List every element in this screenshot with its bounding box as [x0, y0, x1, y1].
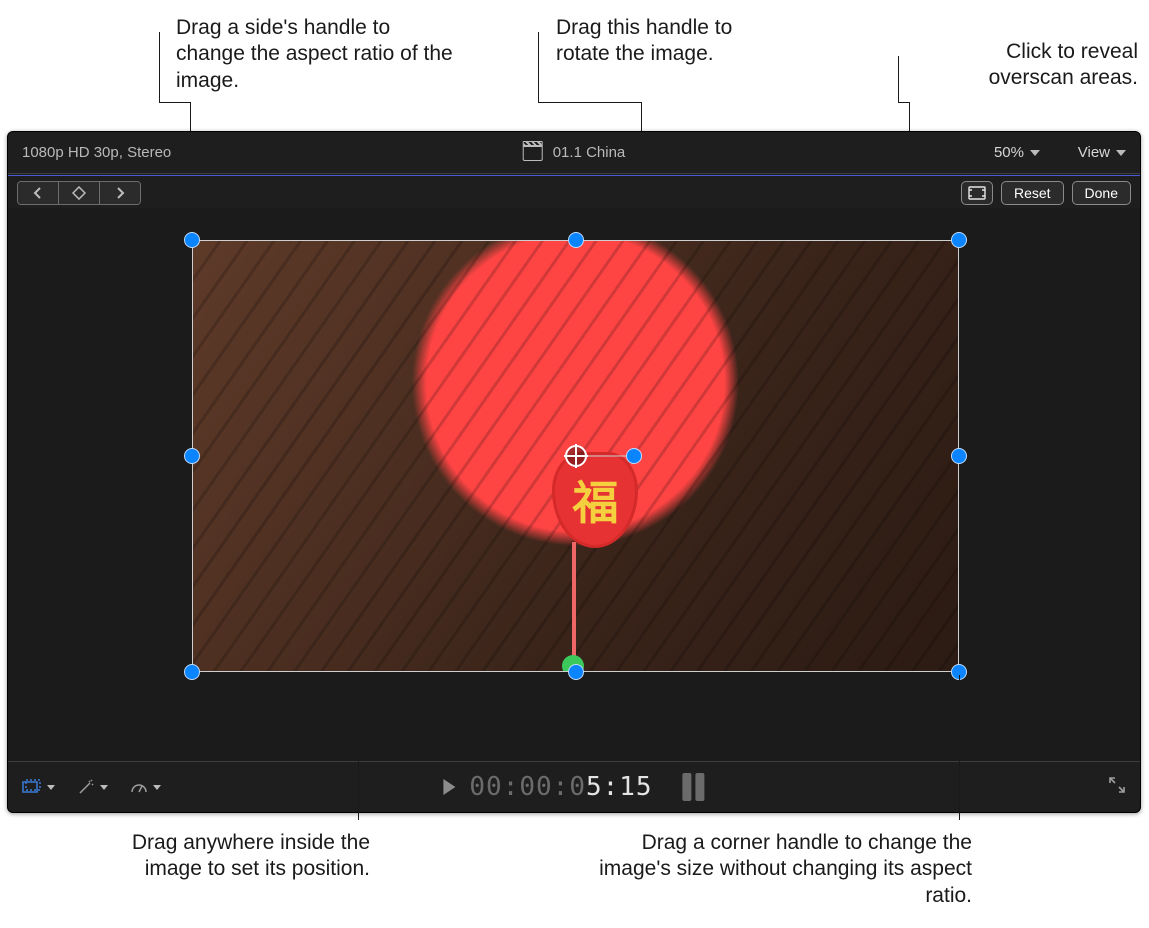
clapboard-icon — [523, 145, 543, 161]
onscreen-toolbar: Reset Done — [8, 176, 1140, 209]
retime-menu[interactable] — [130, 779, 161, 795]
callout-rotate-handle: Drag this handle to rotate the image. — [556, 15, 756, 68]
fullscreen-button[interactable] — [1108, 776, 1126, 799]
transform-icon — [22, 779, 42, 795]
overscan-icon — [968, 186, 986, 200]
diamond-icon — [72, 186, 86, 200]
view-label: View — [1078, 144, 1110, 161]
chevron-left-icon — [32, 187, 44, 199]
nav-segment — [17, 181, 141, 205]
handle-mid-left[interactable] — [184, 448, 200, 464]
enhance-menu[interactable] — [77, 779, 108, 795]
wand-icon — [77, 779, 95, 795]
clip-title: 01.1 China — [523, 144, 626, 161]
callout-corner: Drag a corner handle to change the image… — [582, 830, 972, 909]
leader-line — [358, 740, 359, 820]
handle-mid-right[interactable] — [951, 448, 967, 464]
viewer-topbar: 1080p HD 30p, Stereo 01.1 China 50% View — [8, 132, 1140, 174]
tag-glyph: 福 — [555, 455, 635, 545]
handle-bot-left[interactable] — [184, 664, 200, 680]
viewer-bottombar: 00:00:05:15 — [8, 761, 1140, 812]
handle-bot-mid[interactable] — [568, 664, 584, 680]
leader-line — [538, 32, 539, 102]
leader-line — [538, 102, 641, 103]
lantern-tag: 福 — [552, 452, 638, 548]
format-label: 1080p HD 30p, Stereo — [22, 144, 171, 161]
chevron-down-icon — [1030, 150, 1040, 156]
handle-top-right[interactable] — [951, 232, 967, 248]
handle-top-mid[interactable] — [568, 232, 584, 248]
timecode-lit: 5:15 — [586, 772, 653, 802]
chevron-down-icon — [153, 785, 161, 790]
play-button[interactable] — [443, 779, 455, 795]
zoom-value: 50% — [994, 144, 1024, 161]
chevron-right-icon — [114, 187, 126, 199]
speedometer-icon — [130, 779, 148, 795]
leader-line — [159, 102, 190, 103]
callout-overscan: Click to reveal overscan areas. — [918, 39, 1138, 92]
leader-line — [898, 102, 909, 103]
center-marker-button[interactable] — [59, 182, 100, 204]
viewer-area: 福 — [8, 208, 1140, 762]
chevron-down-icon — [100, 785, 108, 790]
meter-bar — [683, 773, 692, 801]
viewer-window: 1080p HD 30p, Stereo 01.1 China 50% View — [7, 131, 1141, 813]
chevron-down-icon — [1116, 150, 1126, 156]
callout-inside: Drag anywhere inside the image to set it… — [80, 830, 370, 883]
overscan-button[interactable] — [961, 181, 993, 205]
handle-top-left[interactable] — [184, 232, 200, 248]
lantern-string — [572, 542, 576, 662]
anchor-target-icon[interactable] — [565, 445, 587, 467]
timecode-display[interactable]: 00:00:05:15 — [469, 772, 652, 802]
next-edit-button[interactable] — [100, 182, 140, 204]
callout-side-handle: Drag a side's handle to change the aspec… — [176, 15, 456, 94]
transform-canvas[interactable]: 福 — [192, 240, 959, 672]
leader-line — [159, 32, 160, 102]
rotation-handle[interactable] — [626, 448, 642, 464]
fullscreen-icon — [1108, 776, 1126, 794]
meter-bar — [696, 773, 705, 801]
leader-line — [898, 56, 899, 102]
zoom-select[interactable]: 50% — [994, 144, 1040, 161]
chevron-down-icon — [47, 785, 55, 790]
audio-meters — [683, 773, 705, 801]
timecode-dim: 00:00:0 — [469, 772, 586, 802]
clip-title-text: 01.1 China — [553, 144, 626, 161]
leader-line — [959, 675, 960, 820]
view-select[interactable]: View — [1078, 144, 1126, 161]
prev-edit-button[interactable] — [18, 182, 59, 204]
transform-tool-menu[interactable] — [22, 779, 55, 795]
reset-button[interactable]: Reset — [1001, 181, 1064, 205]
done-button[interactable]: Done — [1072, 181, 1131, 205]
